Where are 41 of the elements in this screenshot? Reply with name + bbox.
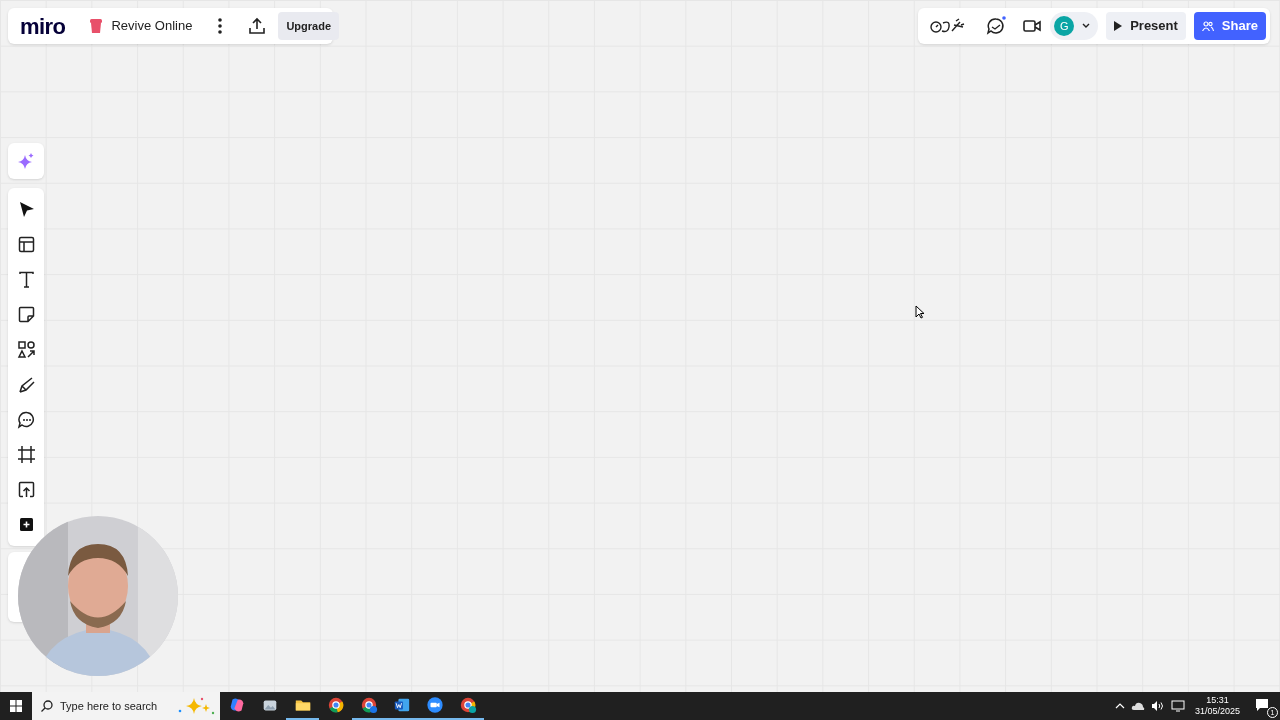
- sticky-note-icon[interactable]: [16, 305, 36, 324]
- chevron-up-icon[interactable]: [1114, 702, 1125, 710]
- cloud-icon[interactable]: [1130, 701, 1145, 711]
- video-call-icon: [425, 696, 444, 714]
- comment-icon[interactable]: [16, 410, 36, 429]
- chevron-down-icon: [1082, 23, 1091, 29]
- upgrade-button[interactable]: Upgrade: [278, 12, 340, 40]
- network-icon[interactable]: [1170, 700, 1185, 712]
- reactions-icon[interactable]: [930, 17, 967, 35]
- upload-icon[interactable]: [16, 480, 36, 499]
- shapes-icon[interactable]: [16, 340, 36, 359]
- user-avatar: G: [1054, 16, 1075, 36]
- chrome-profile-icon: [359, 696, 378, 714]
- speaker-icon[interactable]: [1150, 700, 1165, 712]
- message-icon: [1255, 698, 1269, 712]
- people-icon: [1201, 21, 1214, 31]
- app-logo: miro: [20, 12, 66, 41]
- search-icon: [40, 699, 54, 713]
- search-field[interactable]: Type here to search: [32, 692, 220, 720]
- clock[interactable]: 15:31 31/05/2025: [1190, 695, 1244, 717]
- play-icon: [1114, 21, 1123, 31]
- sparkle-icon: [176, 696, 216, 716]
- chat-icon[interactable]: [986, 16, 1007, 36]
- frame-icon[interactable]: [16, 445, 36, 464]
- chrome-profile-icon: [458, 696, 477, 714]
- video-icon[interactable]: [1022, 18, 1043, 34]
- share-button[interactable]: Share: [1193, 12, 1266, 40]
- pen-icon[interactable]: [16, 375, 36, 394]
- board-title[interactable]: Revive Online: [111, 16, 193, 36]
- word-icon: [392, 696, 411, 714]
- export-icon[interactable]: [248, 17, 267, 35]
- bucket-icon: [89, 18, 104, 34]
- sparkle-icon[interactable]: [17, 152, 35, 170]
- clock-date: 31/05/2025: [1194, 706, 1240, 717]
- template-icon[interactable]: [16, 235, 36, 254]
- clock-time: 15:31: [1206, 695, 1229, 706]
- text-icon[interactable]: [16, 270, 36, 289]
- chrome-icon: [326, 696, 345, 714]
- cursor-icon: [915, 305, 925, 319]
- more-icon[interactable]: [216, 17, 225, 35]
- present-button[interactable]: Present: [1106, 12, 1186, 40]
